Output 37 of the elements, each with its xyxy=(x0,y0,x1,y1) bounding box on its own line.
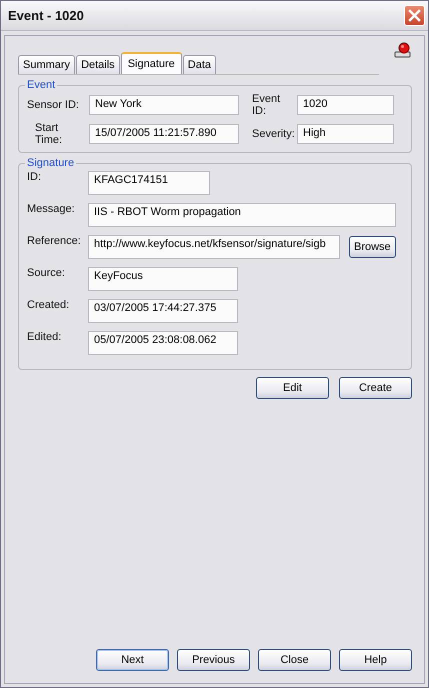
text-field[interactable]: http://www.keyfocus.net/kfsensor/signature/sigb xyxy=(88,235,340,259)
action-button[interactable]: Edit xyxy=(256,377,329,399)
text-field[interactable]: KFAGC174151 xyxy=(88,171,210,195)
browse-button[interactable]: Browse xyxy=(349,236,396,258)
footer-button[interactable]: Close xyxy=(258,649,331,671)
action-button[interactable]: Create xyxy=(339,377,412,399)
field-label: Reference: xyxy=(27,235,82,247)
field-label: ID: xyxy=(27,171,42,183)
text-field[interactable]: High xyxy=(297,124,394,144)
field-label: Edited: xyxy=(27,331,62,343)
text-field[interactable]: 1020 xyxy=(297,95,394,115)
field-label: Severity: xyxy=(252,128,293,140)
field-label: Source: xyxy=(27,267,66,279)
alert-sensor-icon xyxy=(394,42,412,59)
field-label: Event ID: xyxy=(252,93,282,117)
text-field[interactable]: IIS - RBOT Worm propagation xyxy=(88,203,396,227)
field-label: Start Time: xyxy=(35,122,64,146)
text-field[interactable]: New York xyxy=(89,95,239,115)
text-field[interactable]: 15/07/2005 11:21:57.890 xyxy=(89,124,239,144)
footer-button[interactable]: Previous xyxy=(177,649,250,671)
tab[interactable]: Summary xyxy=(18,55,76,74)
tab[interactable]: Details xyxy=(76,55,120,74)
footer-button[interactable]: Help xyxy=(339,649,412,671)
field-label: Sensor ID: xyxy=(27,99,80,111)
close-icon xyxy=(408,9,421,22)
field-label: Message: xyxy=(27,203,76,215)
text-field[interactable]: KeyFocus xyxy=(88,267,238,291)
tab[interactable]: Data xyxy=(182,55,216,74)
field-label: Created: xyxy=(27,299,70,311)
group-title: Signature xyxy=(26,157,76,169)
text-field[interactable]: 05/07/2005 23:08:08.062 xyxy=(88,331,238,355)
close-button[interactable] xyxy=(404,5,425,26)
window-title: Event - 1020 xyxy=(8,8,84,23)
tab[interactable]: Signature xyxy=(120,52,182,74)
text-field[interactable]: 03/07/2005 17:44:27.375 xyxy=(88,299,238,323)
footer-button[interactable]: Next xyxy=(96,649,169,671)
group-title: Event xyxy=(26,79,56,91)
